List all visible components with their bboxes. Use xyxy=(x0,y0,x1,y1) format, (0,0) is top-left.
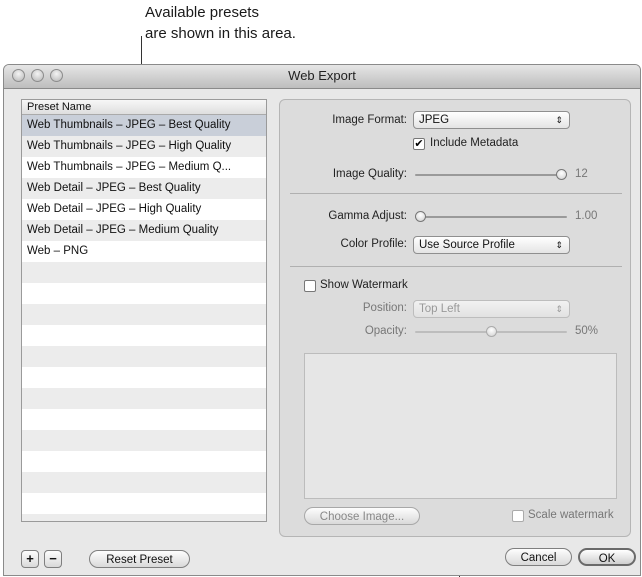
image-quality-slider-knob[interactable] xyxy=(556,169,567,180)
color-profile-popup[interactable]: Use Source Profile ⇕ xyxy=(413,236,570,254)
gamma-adjust-value: 1.00 xyxy=(575,210,598,222)
add-preset-button[interactable]: + xyxy=(21,550,39,568)
divider xyxy=(290,193,622,194)
cancel-button[interactable]: Cancel xyxy=(505,548,572,566)
image-quality-value: 12 xyxy=(575,168,588,180)
preset-list[interactable]: Preset Name Web Thumbnails – JPEG – Best… xyxy=(21,99,267,522)
preset-rows: Web Thumbnails – JPEG – Best Quality Web … xyxy=(22,115,266,521)
empty-list-row xyxy=(22,409,266,430)
color-profile-label: Color Profile: xyxy=(340,238,407,250)
watermark-opacity-value: 50% xyxy=(575,325,599,337)
watermark-opacity-label: Opacity: xyxy=(364,325,407,337)
watermark-opacity-slider-knob[interactable] xyxy=(485,326,497,337)
empty-list-row xyxy=(22,388,266,409)
preset-list-item[interactable]: Web Detail – JPEG – Best Quality xyxy=(22,178,266,199)
watermark-position-value: Top Left xyxy=(419,303,460,315)
scale-watermark-label[interactable]: Scale watermark xyxy=(528,509,614,521)
popup-arrows-icon: ⇕ xyxy=(555,115,563,125)
empty-list-row xyxy=(22,283,266,304)
remove-preset-button[interactable]: − xyxy=(44,550,62,568)
empty-list-row xyxy=(22,325,266,346)
choose-image-button[interactable]: Choose Image... xyxy=(304,507,420,525)
watermark-preview-well[interactable] xyxy=(304,353,617,499)
web-export-window: Web Export Preset Name Web Thumbnails – … xyxy=(3,64,641,576)
preset-list-item[interactable]: Web Thumbnails – JPEG – Medium Q... xyxy=(22,157,266,178)
show-watermark-checkbox[interactable] xyxy=(304,280,316,292)
preset-list-item[interactable]: Web – PNG xyxy=(22,241,266,262)
reset-preset-button[interactable]: Reset Preset xyxy=(89,550,190,568)
callout-line-1: Available presets xyxy=(145,4,259,21)
callout-line-2: are shown in this area. xyxy=(145,25,296,42)
empty-list-row xyxy=(22,304,266,325)
preset-name-column-header[interactable]: Preset Name xyxy=(22,100,266,115)
preset-list-item[interactable]: Web Thumbnails – JPEG – Best Quality xyxy=(22,115,266,136)
empty-list-row xyxy=(22,493,266,514)
image-format-popup[interactable]: JPEG ⇕ xyxy=(413,111,570,129)
export-settings-panel: Image Format: JPEG ⇕ ✔ Include Metadata … xyxy=(279,99,631,537)
popup-arrows-icon: ⇕ xyxy=(555,304,563,314)
empty-list-row xyxy=(22,346,266,367)
include-metadata-checkbox[interactable]: ✔ xyxy=(413,138,425,150)
divider xyxy=(290,266,622,267)
title-bar[interactable]: Web Export xyxy=(4,65,640,89)
image-format-value: JPEG xyxy=(419,114,450,126)
empty-list-row xyxy=(22,262,266,283)
image-quality-label: Image Quality: xyxy=(332,168,407,180)
image-quality-slider-track[interactable] xyxy=(415,174,567,176)
gamma-adjust-label: Gamma Adjust: xyxy=(328,210,407,222)
empty-list-row xyxy=(22,430,266,451)
preset-list-item[interactable]: Web Thumbnails – JPEG – High Quality xyxy=(22,136,266,157)
gamma-adjust-slider-knob[interactable] xyxy=(415,211,426,222)
gamma-adjust-slider-track[interactable] xyxy=(415,216,567,218)
callout-annotation: Available presets are shown in this area… xyxy=(145,2,375,44)
color-profile-value: Use Source Profile xyxy=(419,239,515,251)
include-metadata-text[interactable]: Include Metadata xyxy=(430,137,518,149)
window-title: Web Export xyxy=(288,68,356,83)
scale-watermark-checkbox[interactable] xyxy=(512,510,524,522)
popup-arrows-icon: ⇕ xyxy=(555,240,563,250)
empty-list-row xyxy=(22,514,266,521)
empty-list-row xyxy=(22,451,266,472)
watermark-position-label: Position: xyxy=(362,302,407,314)
preset-list-item[interactable]: Web Detail – JPEG – Medium Quality xyxy=(22,220,266,241)
ok-button[interactable]: OK xyxy=(578,548,636,566)
preset-list-item[interactable]: Web Detail – JPEG – High Quality xyxy=(22,199,266,220)
empty-list-row xyxy=(22,367,266,388)
empty-list-row xyxy=(22,472,266,493)
image-format-label: Image Format: xyxy=(332,114,407,126)
checkmark-icon: ✔ xyxy=(414,138,424,150)
show-watermark-label[interactable]: Show Watermark xyxy=(320,279,408,291)
watermark-position-popup[interactable]: Top Left ⇕ xyxy=(413,300,570,318)
